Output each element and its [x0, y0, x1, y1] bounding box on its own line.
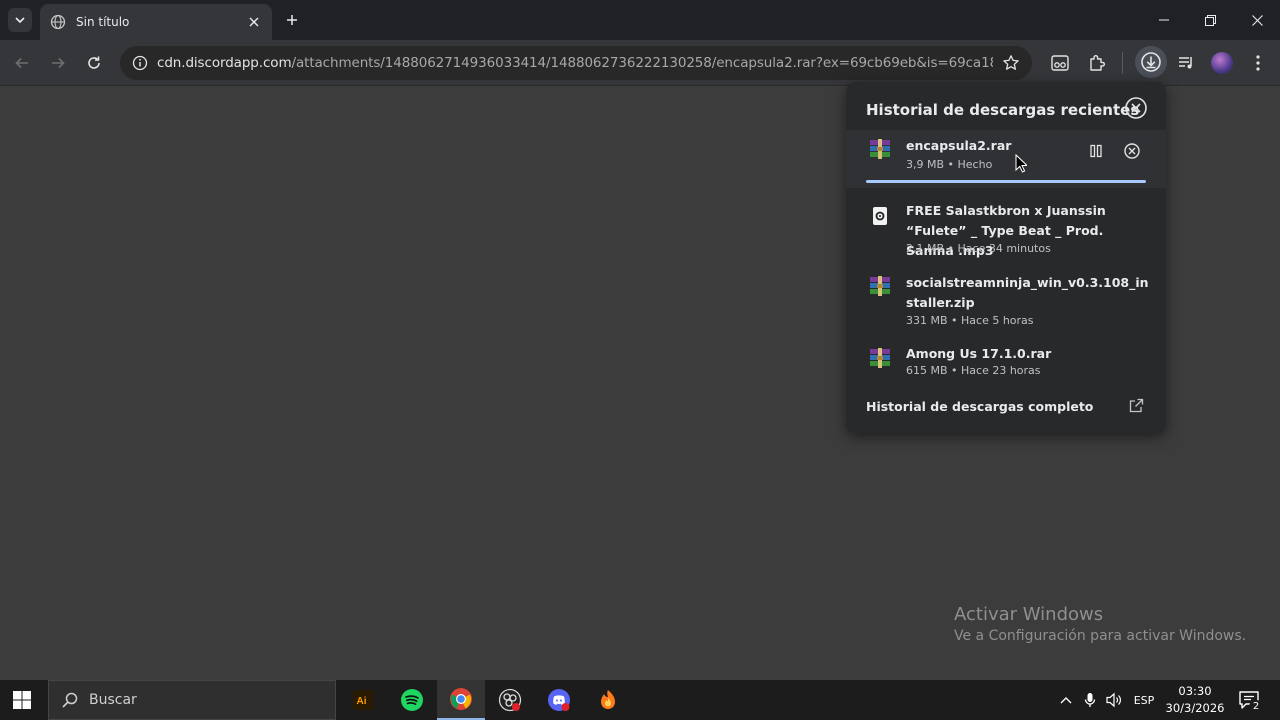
- taskbar-app-illustrator[interactable]: Ai: [339, 680, 387, 720]
- arrow-left-icon: [15, 57, 28, 69]
- reading-mode-button[interactable]: [1049, 52, 1071, 74]
- taskbar-app-obs[interactable]: [486, 680, 534, 720]
- speaker-icon: [1106, 692, 1121, 708]
- discord-icon: [548, 689, 570, 711]
- microphone-icon: [1084, 693, 1096, 707]
- extensions-button[interactable]: [1086, 52, 1108, 74]
- chevron-up-icon: [1060, 697, 1072, 704]
- notification-badge: 2: [1249, 700, 1263, 714]
- watermark-subtitle: Ve a Configuración para activar Windows.: [954, 628, 1247, 644]
- taskbar-app-spotify[interactable]: [388, 680, 436, 720]
- arrow-right-icon: [52, 57, 65, 69]
- rar-archive-icon: [870, 348, 890, 368]
- microphone-button[interactable]: [1081, 690, 1099, 710]
- toolbar-divider: [1122, 52, 1123, 74]
- reload-button[interactable]: [82, 51, 106, 75]
- download-filename: socialstreamninja_win_v0.3.108_installer…: [906, 275, 1149, 310]
- tray-overflow-button[interactable]: [1057, 690, 1075, 710]
- audio-file-icon: [873, 207, 887, 225]
- language-indicator[interactable]: ESP: [1131, 690, 1157, 710]
- browser-toolbar: cdn.discordapp.com/attachments/148806271…: [0, 40, 1280, 86]
- system-clock[interactable]: 03:30 30/3/2026: [1164, 683, 1226, 717]
- mouse-cursor-icon: [1015, 154, 1027, 173]
- menu-button[interactable]: [1247, 52, 1269, 74]
- tab-search-button[interactable]: [8, 8, 32, 32]
- plus-icon: [287, 15, 297, 25]
- downloads-panel: Historial de descargas recientes encapsu…: [846, 82, 1166, 433]
- activation-watermark: Activar Windows Ve a Configuración para …: [954, 604, 1246, 644]
- search-icon: [62, 692, 78, 708]
- download-item[interactable]: FREE Salastkbron x Juanssin “Fulete” _ T…: [846, 200, 1166, 262]
- watermark-title: Activar Windows: [954, 604, 1104, 625]
- tab-title: Sin título: [76, 15, 130, 29]
- url-text[interactable]: cdn.discordapp.com/attachments/148806271…: [157, 55, 993, 71]
- profile-avatar[interactable]: [1211, 52, 1233, 74]
- download-filename: Among Us 17.1.0.rar: [906, 346, 1052, 361]
- download-item[interactable]: socialstreamninja_win_v0.3.108_installer…: [846, 272, 1166, 334]
- volume-button[interactable]: [1104, 690, 1124, 710]
- reload-icon: [88, 56, 100, 69]
- url-path: /attachments/1488062714936033414/1488062…: [291, 55, 994, 71]
- puzzle-icon: [1090, 55, 1105, 71]
- cancel-download-icon[interactable]: [1123, 142, 1141, 160]
- site-info-icon[interactable]: [132, 55, 148, 71]
- restore-icon: [1204, 14, 1216, 26]
- spotify-icon: [401, 689, 423, 711]
- glasses-icon: [1051, 55, 1069, 71]
- obs-icon: [498, 688, 522, 712]
- panel-title: Historial de descargas recientes: [866, 101, 1140, 119]
- pause-icon: [1090, 144, 1102, 158]
- minimize-icon: [1159, 19, 1169, 21]
- download-meta: 615 MB • Hace 23 horas: [906, 364, 1041, 377]
- music-queue-icon: [1179, 57, 1192, 69]
- open-in-new-icon[interactable]: [1128, 398, 1144, 414]
- clock-time: 03:30: [1178, 684, 1212, 698]
- close-icon: [1251, 14, 1263, 26]
- taskbar-search[interactable]: Buscar: [48, 680, 336, 720]
- media-controls-button[interactable]: [1175, 52, 1197, 74]
- chevron-down-icon: [15, 17, 25, 24]
- url-host: cdn.discordapp.com: [157, 55, 292, 71]
- close-tab-icon[interactable]: [246, 14, 262, 30]
- pause-button[interactable]: [1088, 143, 1104, 159]
- kebab-menu-icon: [1256, 55, 1260, 71]
- globe-icon: [50, 14, 66, 30]
- search-placeholder: Buscar: [89, 692, 137, 708]
- taskbar-app-discord[interactable]: [535, 680, 583, 720]
- download-progress-bar: [866, 180, 1146, 183]
- browser-tab[interactable]: Sin título: [40, 4, 272, 40]
- download-item[interactable]: Among Us 17.1.0.rar 615 MB • Hace 23 hor…: [846, 344, 1166, 384]
- forward-button[interactable]: [46, 51, 70, 75]
- windows-start-icon[interactable]: [12, 690, 32, 710]
- zip-archive-icon: [870, 276, 890, 296]
- address-bar[interactable]: cdn.discordapp.com/attachments/148806271…: [120, 46, 1032, 80]
- illustrator-icon: Ai: [353, 690, 373, 710]
- downloads-button[interactable]: [1135, 46, 1167, 78]
- bookmark-star-icon[interactable]: [1002, 54, 1020, 72]
- download-icon: [1141, 52, 1161, 72]
- clock-date: 30/3/2026: [1165, 701, 1225, 715]
- fl-studio-icon: [601, 690, 615, 709]
- minimize-button[interactable]: [1141, 0, 1187, 40]
- tab-strip: Sin título: [0, 0, 1280, 40]
- chrome-icon: [450, 688, 472, 710]
- rar-archive-icon: [870, 139, 890, 159]
- download-meta: 331 MB • Hace 5 horas: [906, 314, 1034, 327]
- download-meta: 2,1 MB • Hace 34 minutos: [906, 242, 1051, 255]
- full-history-link[interactable]: Historial de descargas completo: [866, 399, 1093, 414]
- svg-text:Ai: Ai: [357, 696, 367, 707]
- restore-button[interactable]: [1187, 0, 1233, 40]
- close-panel-icon[interactable]: [1124, 96, 1148, 120]
- back-button[interactable]: [10, 51, 34, 75]
- taskbar: Buscar Ai ESP 03:30 30/3/2026 2: [0, 680, 1280, 720]
- download-filename: encapsula2.rar: [906, 138, 1012, 153]
- taskbar-app-chrome[interactable]: [437, 680, 485, 720]
- close-window-button[interactable]: [1234, 0, 1280, 40]
- taskbar-app-fl-studio[interactable]: [584, 680, 632, 720]
- download-meta: 3,9 MB • Hecho: [906, 158, 993, 171]
- new-tab-button[interactable]: [280, 8, 304, 32]
